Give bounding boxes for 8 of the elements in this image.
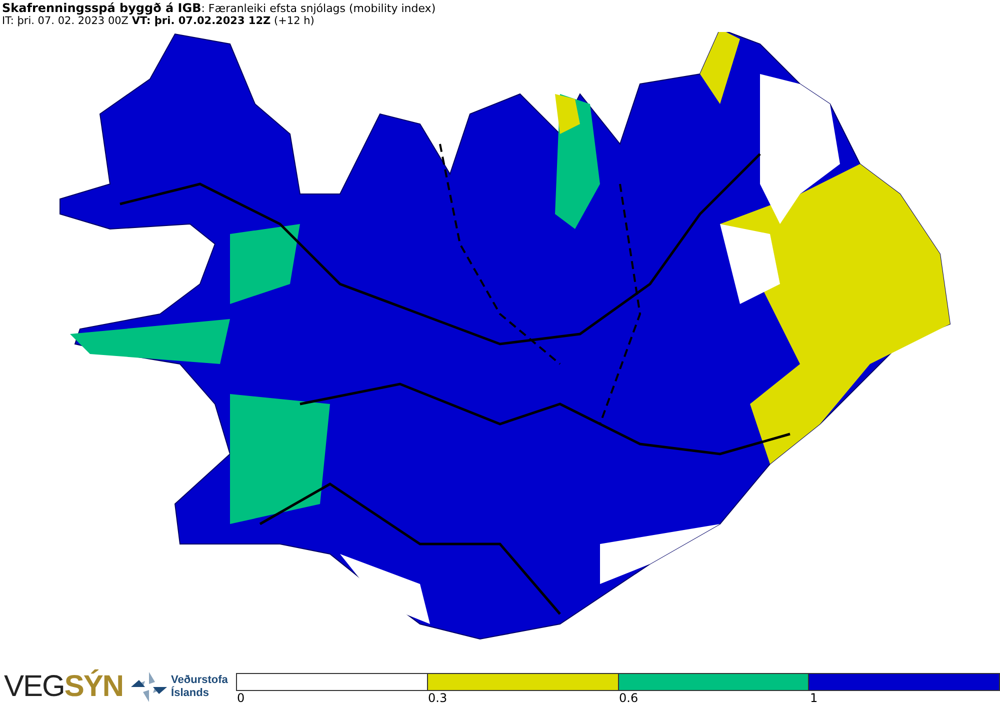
forecast-time-line: IT: þri. 07. 02. 2023 00Z VT: þri. 07.02.2023 12Z (+12 h)	[2, 15, 316, 27]
legend-tick-label: 0.3	[427, 691, 448, 705]
compass-star-icon	[129, 670, 170, 704]
agency-logo-text: Veðurstofa Íslands	[171, 674, 229, 700]
legend-tick-label: 0.6	[618, 691, 640, 705]
legend-tick-label: 0	[236, 691, 246, 705]
legend-tick-label: 1	[809, 691, 819, 705]
map-title: Skafrenningsspá byggð á IGB: Færanleiki efsta snjólags (mobility index)	[2, 1, 437, 15]
